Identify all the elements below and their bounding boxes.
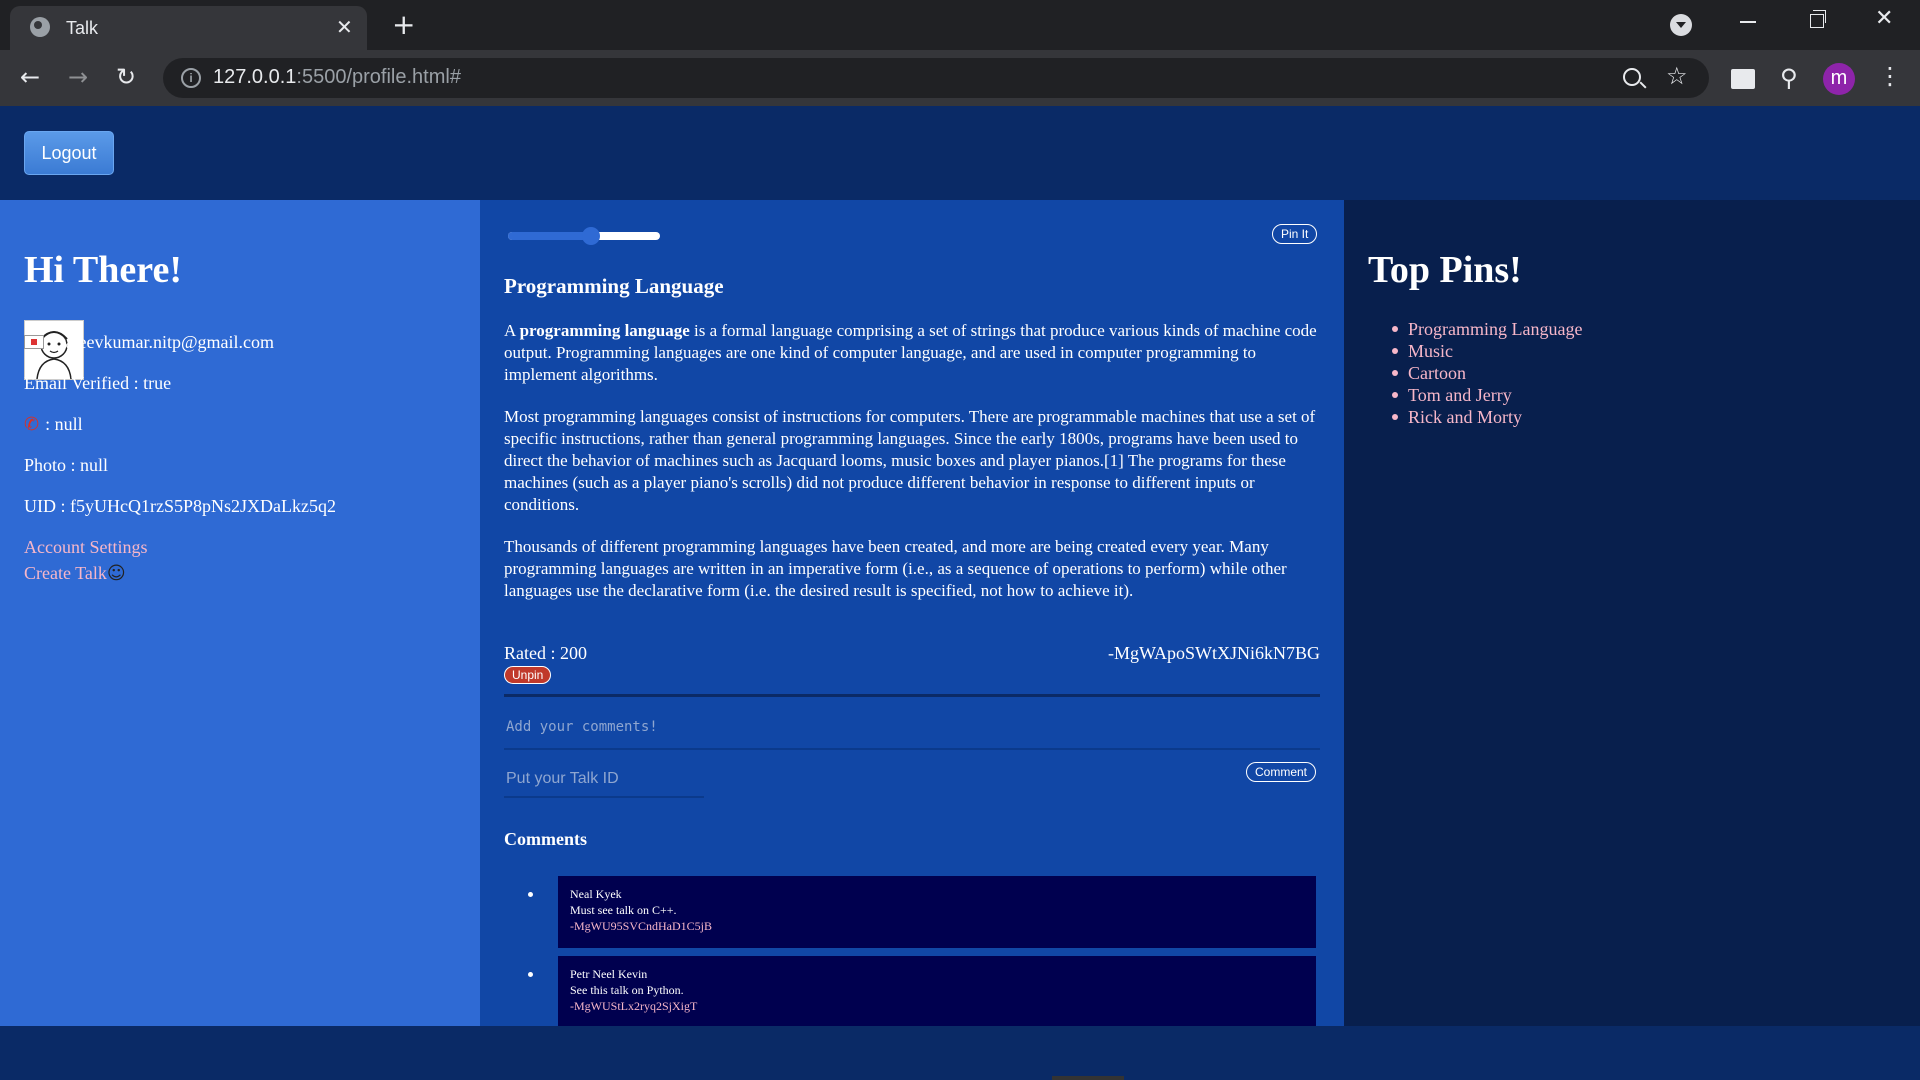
pin-item[interactable]: Music [1392, 340, 1582, 362]
comment-button[interactable]: Comment [1246, 762, 1317, 782]
bookmark-star-icon[interactable]: ☆ [1666, 62, 1688, 90]
pins-list: Programming Language Music Cartoon Tom a… [1392, 318, 1582, 428]
comment-author: Petr Neel Kevin [570, 967, 648, 981]
address-bar[interactable]: i 127.0.0.1:5500/profile.html# ☆ [163, 58, 1709, 98]
talk-title: Programming Language [504, 274, 724, 298]
email-line: : rajeevkumar.nitp@gmail.com [24, 332, 274, 353]
comment-author: Neal Kyek [570, 887, 622, 901]
comment-text: Must see talk on C++. [570, 903, 677, 917]
logout-button[interactable]: Logout [24, 131, 114, 175]
talk-rating: Rated : 200 [504, 643, 587, 663]
speaker-icon: ☺ [106, 563, 126, 584]
profile-avatar[interactable]: m [1823, 63, 1855, 95]
top-pins-heading: Top Pins! [1368, 249, 1522, 291]
browser-toolbar: ← → ↻ i 127.0.0.1:5500/profile.html# ☆ [0, 50, 1920, 106]
globe-icon [30, 17, 50, 37]
create-talk-label: Create Talk [24, 563, 107, 583]
talk-panel: Pin It Programming Language A programmin… [480, 200, 1344, 1071]
divider [504, 694, 1320, 697]
email-text: : rajeevkumar.nitp@gmail.com [50, 332, 275, 352]
email-verified: Email Verified : true [24, 373, 172, 393]
pin-item[interactable]: Cartoon [1392, 362, 1582, 384]
comments-list: Neal Kyek Must see talk on C++. -MgWU95S… [528, 876, 1316, 1036]
reload-icon[interactable]: ↻ [116, 62, 136, 92]
comment-card: Neal Kyek Must see talk on C++. -MgWU95S… [558, 876, 1316, 948]
tab-title: Talk [66, 18, 99, 38]
window-close-icon[interactable]: ✕ [1875, 6, 1893, 31]
scroll-indicator [1052, 1076, 1124, 1080]
url-path: :5500/profile.html# [296, 66, 461, 88]
slider-thumb[interactable] [581, 227, 600, 245]
forward-icon[interactable]: → [68, 62, 88, 92]
comment-input[interactable] [504, 706, 1320, 750]
minimize-icon[interactable] [1740, 21, 1756, 23]
phone-icon: ✆ [24, 414, 40, 435]
talk-id: -MgWApoSWtXJNi6kN7BG [1107, 643, 1320, 663]
profile-panel: Hi There! : rajeevkumar.nitp@gmail.com E… [0, 200, 480, 1026]
talk-body: A programming language is a formal langu… [504, 320, 1322, 622]
phone-text: : null [45, 414, 83, 434]
menu-kebab-icon[interactable]: ⋮ [1878, 62, 1902, 90]
url-host: 127.0.0.1 [213, 66, 297, 88]
zoom-icon[interactable] [1623, 68, 1641, 86]
page-header: Logout [0, 106, 1920, 200]
browser-tab[interactable]: Talk ✕ [10, 6, 367, 50]
tab-search-icon[interactable] [1670, 14, 1692, 36]
pin-item[interactable]: Rick and Morty [1392, 406, 1582, 428]
info-icon[interactable]: i [181, 68, 201, 88]
unpin-button[interactable]: Unpin [504, 666, 552, 684]
pin-item[interactable]: Programming Language [1392, 318, 1582, 340]
footer-band [0, 1026, 1920, 1080]
talk-id-input[interactable] [504, 762, 704, 798]
mail-icon [24, 335, 44, 349]
create-talk-link[interactable]: Create Talk☺ [24, 563, 126, 584]
bullet [528, 892, 533, 897]
talk-paragraph-2: Most programming languages consist of in… [504, 407, 1316, 514]
comment-item: Petr Neel Kevin See this talk on Python.… [528, 956, 1316, 1028]
slider-fill [508, 232, 591, 240]
phone-line: ✆: null [24, 414, 83, 435]
comment-item: Neal Kyek Must see talk on C++. -MgWU95S… [528, 876, 1316, 948]
puzzle-extensions-icon[interactable]: ⚲ [1780, 64, 1798, 92]
uid-line: UID : f5yUHcQ1rzS5P8pNs2JXDaLkz5q2 [24, 496, 336, 516]
comment-talk-id-link[interactable]: -MgWUStLx2ryq2SjXigT [570, 998, 1304, 1014]
comment-card: Petr Neel Kevin See this talk on Python.… [558, 956, 1316, 1028]
bullet [528, 972, 533, 977]
url-text[interactable]: 127.0.0.1:5500/profile.html# [213, 66, 461, 89]
restore-icon[interactable] [1810, 10, 1826, 28]
rating-slider[interactable] [508, 227, 660, 245]
new-tab-icon[interactable]: + [392, 8, 415, 42]
back-icon[interactable]: ← [20, 62, 40, 92]
para1-prefix: A [504, 321, 520, 340]
comment-talk-id-link[interactable]: -MgWU95SVCndHaD1C5jB [570, 918, 1304, 934]
comment-text: See this talk on Python. [570, 983, 684, 997]
pin-it-button[interactable]: Pin It [1272, 224, 1318, 244]
extension-icon[interactable] [1731, 69, 1755, 89]
tab-close-icon[interactable]: ✕ [336, 14, 353, 40]
top-pins-panel: Top Pins! Programming Language Music Car… [1344, 200, 1920, 1026]
comments-heading: Comments [504, 829, 587, 849]
pin-item[interactable]: Tom and Jerry [1392, 384, 1582, 406]
account-settings-link[interactable]: Account Settings [24, 537, 148, 558]
talk-paragraph-3: Thousands of different programming langu… [504, 537, 1287, 600]
talk-paragraph-1: A programming language is a formal langu… [504, 320, 1322, 386]
para1-bold: programming language [519, 321, 690, 340]
greeting-heading: Hi There! [24, 249, 182, 291]
browser-tab-bar: Talk ✕ + ✕ [0, 0, 1920, 50]
photo-line: Photo : null [24, 455, 109, 475]
